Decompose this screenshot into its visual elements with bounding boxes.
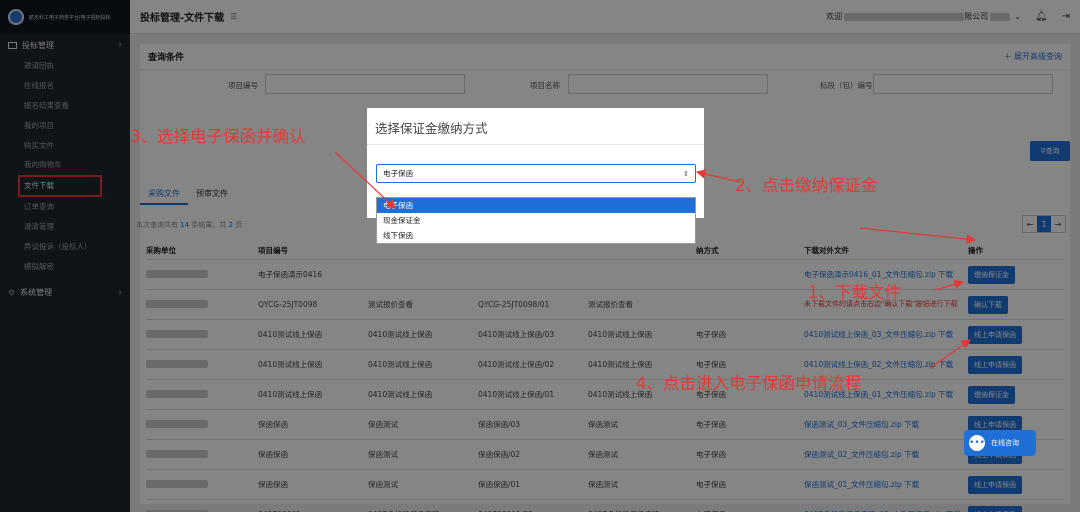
- annotation-step3: 3、选择电子保函并确认: [130, 127, 306, 146]
- annotation-step1: 1、下载文件: [808, 283, 901, 302]
- arrow-step4: [929, 339, 971, 369]
- chat-bubble-icon: •••: [969, 435, 985, 451]
- arrow-step2b: [859, 227, 977, 244]
- chat-label: 在线咨询: [991, 439, 1019, 447]
- arrow-step2: [695, 169, 741, 183]
- arrow-step1: [934, 279, 965, 291]
- annotation-arrows: [334, 151, 977, 369]
- arrow-step3: [334, 151, 396, 209]
- annotation-step4: 4、点击进入电子保函申请流程: [636, 374, 861, 393]
- annotation-step2: 2、点击缴纳保证金: [735, 176, 878, 195]
- online-chat-button[interactable]: ••• 在线咨询: [964, 430, 1036, 456]
